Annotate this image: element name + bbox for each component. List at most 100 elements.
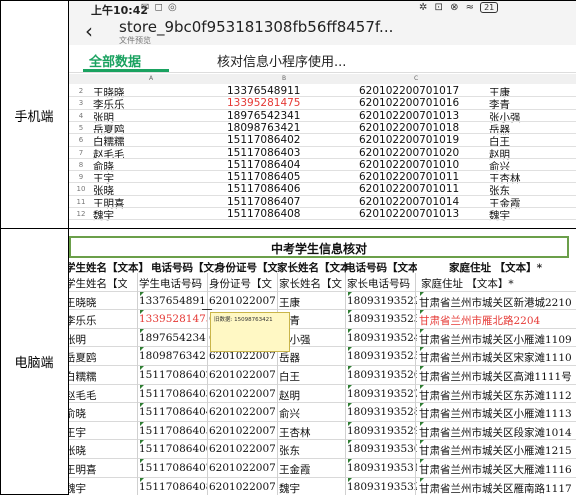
address-cell[interactable]: 甘肃省兰州市城关区宋家滩1110 — [419, 350, 576, 365]
address-cell[interactable]: 甘肃省兰州市城关区小雁滩1113 — [419, 406, 576, 421]
title-cell[interactable]: 中考学生信息核对 — [69, 236, 569, 258]
parent-name-cell[interactable]: 王康 — [279, 295, 345, 310]
parent-phone-cell[interactable]: 18093193524 — [347, 332, 417, 344]
tab-all-data[interactable]: 全部数据 — [89, 51, 141, 70]
table-row[interactable]: 王明喜 1511708640762010220070 王金霞18093193531甘… — [69, 459, 576, 478]
file-header: ‹ store_9bc0f953181308fb56ff8457f... 文件预… — [69, 17, 576, 45]
address-cell[interactable]: 家庭住址 【文本】* — [421, 276, 576, 291]
student-name-cell[interactable]: 白糯糯 — [69, 369, 127, 384]
text-format-marker — [348, 310, 352, 315]
parent-name-cell[interactable]: 张东 — [279, 443, 345, 458]
student-name-cell[interactable]: 王明喜 — [69, 462, 127, 477]
id-number-cell[interactable]: 62010220070 — [209, 406, 275, 418]
list-item[interactable]: 11 王明喜 15117086407 620102200701014 王金霞 — [69, 196, 576, 210]
student-name-cell[interactable]: 李乐乐 — [69, 313, 127, 328]
student-phone-cell[interactable]: 15117086408 — [139, 481, 207, 493]
parent-phone-cell[interactable]: 18093193527 — [347, 388, 417, 400]
student-name-cell[interactable]: 张晓 — [69, 443, 127, 458]
table-row[interactable]: 李乐乐1339528147562010220070李青18093193523甘肃… — [69, 310, 576, 329]
list-item[interactable]: 4 张明 18976542341 620102200701013 张小强 — [69, 110, 576, 124]
list-item[interactable]: 9 王宇 15117086405 620102200701011 王杏林 — [69, 171, 576, 185]
table-row[interactable]: 王宇 1511708640562010220070 王杏林18093193529甘肃… — [69, 421, 576, 441]
parent-name-cell[interactable]: 王金霞 — [279, 462, 345, 477]
back-arrow-icon[interactable]: ‹ — [85, 19, 93, 43]
parent-phone-cell[interactable]: 18093193532 — [347, 481, 417, 493]
table-row[interactable]: 俞晓 1511708640462010220070 俞兴18093193528甘肃省… — [69, 403, 576, 422]
parent-phone-cell[interactable]: 18093193530 — [347, 443, 417, 455]
address-cell[interactable]: 甘肃省兰州市雁北路2204 — [419, 313, 576, 328]
parent-name-cell[interactable]: 家长姓名【文 — [279, 276, 345, 291]
id-number-cell[interactable]: 62010220070 — [209, 369, 275, 381]
address-cell[interactable]: 甘肃省兰州市城关区高滩1111号 — [419, 369, 576, 384]
parent-name-cell[interactable]: 王杏林 — [279, 425, 345, 440]
student-phone-cell[interactable]: 15117086407 — [139, 462, 207, 474]
table-row[interactable]: 王晓晓 1337654891162010220070 王康18093193522甘肃… — [69, 291, 576, 311]
table-row[interactable]: 张明1897654234162010220070张小强18093193524甘肃… — [69, 328, 576, 348]
student-phone-cell[interactable]: 13376548911 — [139, 295, 207, 307]
address-cell[interactable]: 甘肃省兰州市城关区小雁滩1109 — [419, 332, 576, 347]
student-phone-cell[interactable]: 18098763421 — [139, 350, 207, 362]
list-item[interactable]: 2 王晓晓 13376548911 620102200701017 王康 — [69, 85, 576, 99]
address-cell[interactable]: 甘肃省兰州市城关区段家滩1014 — [419, 425, 576, 440]
list-item[interactable]: 6 白糯糯 15117086402 620102200701019 白王 — [69, 134, 576, 148]
parent-phone-cell[interactable]: 18093193526 — [347, 369, 417, 381]
student-name-cell[interactable]: 王宇 — [69, 425, 127, 440]
list-item[interactable]: 8 俞晓 15117086404 620102200701010 俞兴 — [69, 159, 576, 173]
parent-phone-cell[interactable]: 18093193522 — [347, 295, 417, 307]
list-item[interactable]: 7 赵毛毛 15117086403 620102200701020 赵明 — [69, 146, 576, 161]
student-phone-cell: 13376548911 — [227, 85, 301, 97]
student-name-cell[interactable]: 岳夏鸥 — [69, 350, 127, 365]
list-item[interactable]: 5 岳夏鸥 18098763421 620102200701018 岳器 — [69, 122, 576, 136]
table-row[interactable]: 赵毛毛 1511708640362010220070 赵明18093193527甘肃… — [69, 384, 576, 404]
student-phone-cell[interactable]: 15117086406 — [139, 443, 207, 455]
parent-name-cell[interactable]: 白王 — [279, 369, 345, 384]
table-row[interactable]: 魏宇1511708640862010220070魏宇18093193532甘肃省… — [69, 477, 576, 495]
parent-name-cell[interactable]: 赵明 — [279, 388, 345, 403]
table-row[interactable]: 岳夏鸥 1809876342162010220070 岳器18093193525甘肃… — [69, 347, 576, 366]
student-phone-cell[interactable]: 18976542341 — [139, 332, 207, 344]
id-number-cell[interactable]: 62010220070 — [209, 295, 275, 307]
address-cell[interactable]: 甘肃省兰州市城关区小雁滩1215 — [419, 443, 576, 458]
parent-phone-cell[interactable]: 18093193525 — [347, 350, 417, 362]
student-name-cell[interactable]: 俞晓 — [69, 406, 127, 421]
student-phone-cell[interactable]: 15117086402 — [139, 369, 207, 381]
address-cell[interactable]: 甘肃省兰州市城关区大雁滩1116 — [419, 462, 576, 477]
id-number-cell[interactable]: 62010220070 — [209, 481, 275, 493]
parent-name-cell[interactable]: 魏宇 — [279, 481, 345, 495]
id-number-cell: 620102200701020 — [359, 146, 460, 159]
id-number-cell[interactable]: 62010220070 — [209, 443, 275, 455]
student-phone-cell[interactable]: 13395281475 — [139, 313, 207, 325]
text-format-marker — [420, 384, 424, 389]
student-phone-cell[interactable]: 学生电话号码 — [139, 276, 207, 291]
student-name-cell[interactable]: 赵毛毛 — [69, 388, 127, 403]
table-row[interactable]: 白糯糯 1511708640262010220070 白王18093193526甘肃… — [69, 366, 576, 385]
student-name-cell[interactable]: 魏宇 — [69, 481, 127, 495]
student-name-cell[interactable]: 王晓晓 — [69, 295, 127, 310]
id-number-cell[interactable]: 62010220070 — [209, 388, 275, 400]
parent-phone-cell[interactable]: 家长电话号码 — [347, 276, 417, 291]
student-name-cell[interactable]: 学生姓名【文 — [69, 276, 127, 291]
parent-phone-cell[interactable]: 18093193529 — [347, 425, 417, 437]
parent-name-cell[interactable]: 俞兴 — [279, 406, 345, 421]
list-item[interactable]: 12 魏宇 15117086408 620102200701013 魏宇 — [69, 208, 576, 222]
id-number-cell[interactable]: 62010220070 — [209, 425, 275, 437]
id-number-cell[interactable]: 62010220070 — [209, 350, 275, 362]
list-item[interactable]: 10 张晓 15117086406 620102200701011 张东 — [69, 183, 576, 197]
address-cell[interactable]: 甘肃省兰州市城关区雁南路1117 — [419, 481, 576, 495]
student-phone-cell[interactable]: 15117086405 — [139, 425, 207, 437]
id-number-cell[interactable]: 62010220070 — [209, 462, 275, 474]
address-cell[interactable]: 甘肃省兰州市城关区东苏滩1112 — [419, 388, 576, 403]
parent-phone-cell[interactable]: 18093193528 — [347, 406, 417, 418]
id-number-cell[interactable]: 身份证号【文 — [209, 276, 275, 291]
student-phone-cell[interactable]: 15117086403 — [139, 388, 207, 400]
list-item[interactable]: 3 李乐乐 13395281475 620102200701016 李青 — [69, 97, 576, 111]
parent-name-cell[interactable]: 岳器 — [279, 350, 345, 365]
parent-phone-cell[interactable]: 18093193531 — [347, 462, 417, 474]
parent-phone-cell[interactable]: 18093193523 — [347, 313, 417, 325]
table-row[interactable]: 学生姓名【文 学生电话号码 身份证号【文 家长姓名【文 家长电话号码 家庭住址 【文本】* — [69, 273, 576, 292]
table-row[interactable]: 张晓 1511708640662010220070 张东18093193530甘肃省… — [69, 440, 576, 459]
student-phone-cell[interactable]: 15117086404 — [139, 406, 207, 418]
student-name-cell[interactable]: 张明 — [69, 332, 127, 347]
address-cell[interactable]: 甘肃省兰州市城关区新港城2210 — [419, 295, 576, 310]
tab-verify-guide[interactable]: 核对信息小程序使用... — [217, 51, 346, 70]
